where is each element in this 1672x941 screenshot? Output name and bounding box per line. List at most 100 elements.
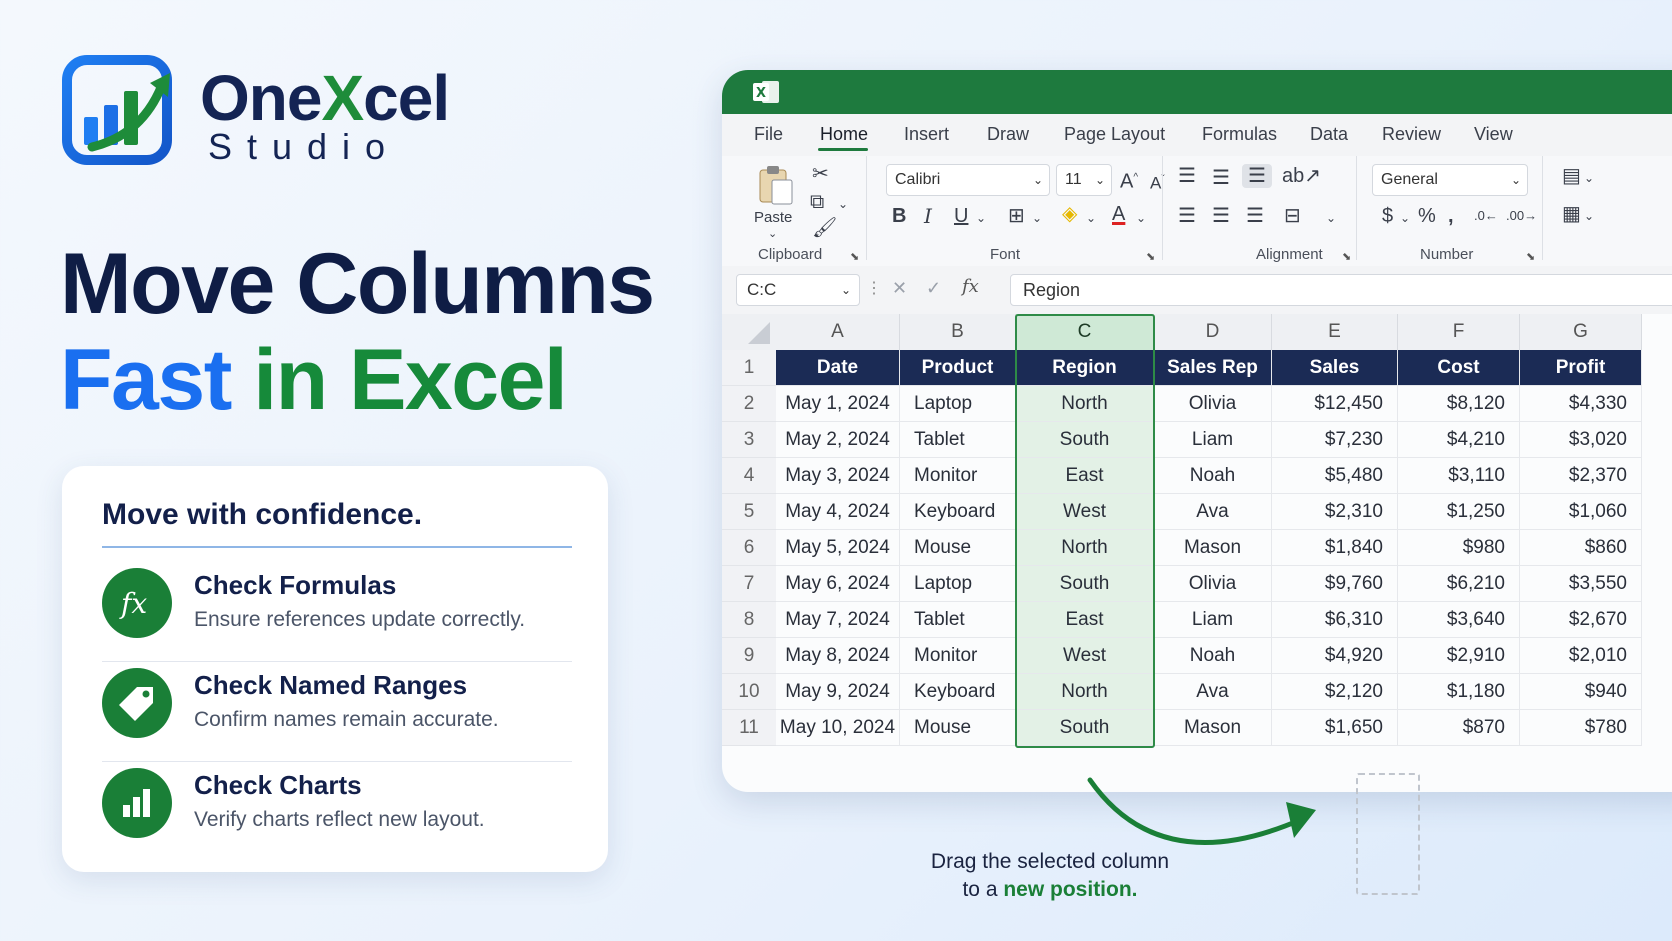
- table-cell[interactable]: $8,120: [1398, 386, 1520, 422]
- table-cell[interactable]: May 5, 2024: [776, 530, 900, 566]
- table-cell[interactable]: Monitor: [900, 458, 1016, 494]
- align-bottom-icon[interactable]: ☰: [1242, 164, 1272, 188]
- table-cell[interactable]: Laptop: [900, 386, 1016, 422]
- column-header-b[interactable]: B: [900, 314, 1016, 350]
- table-cell[interactable]: $940: [1520, 674, 1642, 710]
- cancel-icon[interactable]: ✕: [892, 278, 907, 299]
- table-cell[interactable]: Keyboard: [900, 494, 1016, 530]
- currency-icon[interactable]: $: [1382, 204, 1393, 228]
- cut-icon[interactable]: ✂: [812, 162, 829, 186]
- copy-icon[interactable]: ⧉: [810, 190, 824, 214]
- increase-font-size-icon[interactable]: A^: [1120, 166, 1138, 194]
- table-cell[interactable]: Tablet: [900, 602, 1016, 638]
- table-cell[interactable]: May 10, 2024: [776, 710, 900, 746]
- font-size-select[interactable]: 11 ⌄: [1056, 164, 1112, 196]
- table-cell[interactable]: Noah: [1154, 638, 1272, 674]
- row-header[interactable]: 2: [722, 386, 776, 422]
- align-right-icon[interactable]: ☰: [1246, 204, 1264, 228]
- table-cell[interactable]: Keyboard: [900, 674, 1016, 710]
- more-options-icon[interactable]: ⋮: [866, 278, 882, 298]
- table-cell[interactable]: North: [1016, 386, 1154, 422]
- table-cell[interactable]: South: [1016, 710, 1154, 746]
- enter-icon[interactable]: ✓: [926, 278, 941, 299]
- column-header-g[interactable]: G: [1520, 314, 1642, 350]
- table-cell[interactable]: $1,060: [1520, 494, 1642, 530]
- table-cell[interactable]: West: [1016, 638, 1154, 674]
- copy-dropdown-icon[interactable]: ⌄: [838, 192, 848, 216]
- column-header-e[interactable]: E: [1272, 314, 1398, 350]
- table-cell[interactable]: Mouse: [900, 710, 1016, 746]
- format-as-table-icon[interactable]: ▦: [1562, 202, 1581, 226]
- column-header-f[interactable]: F: [1398, 314, 1520, 350]
- table-header-cell[interactable]: Region: [1016, 350, 1154, 386]
- number-format-select[interactable]: General ⌄: [1372, 164, 1528, 196]
- align-top-icon[interactable]: ☰: [1178, 164, 1196, 188]
- table-cell[interactable]: Ava: [1154, 674, 1272, 710]
- table-cell[interactable]: $6,310: [1272, 602, 1398, 638]
- conditional-formatting-icon[interactable]: ▤: [1562, 164, 1581, 188]
- table-cell[interactable]: West: [1016, 494, 1154, 530]
- table-cell[interactable]: $4,330: [1520, 386, 1642, 422]
- insert-function-icon[interactable]: fx: [962, 276, 979, 297]
- table-cell[interactable]: $2,370: [1520, 458, 1642, 494]
- table-cell[interactable]: East: [1016, 602, 1154, 638]
- format-painter-icon[interactable]: 🖌: [812, 216, 837, 240]
- table-cell[interactable]: Liam: [1154, 422, 1272, 458]
- table-cell[interactable]: Mouse: [900, 530, 1016, 566]
- table-cell[interactable]: Tablet: [900, 422, 1016, 458]
- fill-color-icon[interactable]: ◈: [1062, 202, 1077, 226]
- table-cell[interactable]: $4,920: [1272, 638, 1398, 674]
- column-header-d[interactable]: D: [1154, 314, 1272, 350]
- table-header-cell[interactable]: Date: [776, 350, 900, 386]
- table-cell[interactable]: South: [1016, 566, 1154, 602]
- table-header-cell[interactable]: Sales Rep: [1154, 350, 1272, 386]
- bold-button[interactable]: B: [892, 204, 906, 228]
- table-cell[interactable]: $3,550: [1520, 566, 1642, 602]
- row-header[interactable]: 3: [722, 422, 776, 458]
- table-cell[interactable]: $2,120: [1272, 674, 1398, 710]
- paste-icon[interactable]: [756, 164, 796, 206]
- table-cell[interactable]: South: [1016, 422, 1154, 458]
- table-header-cell[interactable]: Profit: [1520, 350, 1642, 386]
- table-cell[interactable]: $2,010: [1520, 638, 1642, 674]
- table-cell[interactable]: Ava: [1154, 494, 1272, 530]
- table-cell[interactable]: $980: [1398, 530, 1520, 566]
- merge-center-icon[interactable]: ⊟: [1284, 204, 1301, 228]
- conditional-formatting-dropdown-icon[interactable]: ⌄: [1584, 166, 1594, 190]
- percent-icon[interactable]: %: [1418, 204, 1436, 228]
- table-cell[interactable]: Mason: [1154, 530, 1272, 566]
- row-header[interactable]: 10: [722, 674, 776, 710]
- font-color-icon[interactable]: A: [1112, 202, 1125, 226]
- table-cell[interactable]: Laptop: [900, 566, 1016, 602]
- comma-style-icon[interactable]: ,: [1448, 204, 1454, 228]
- align-left-icon[interactable]: ☰: [1178, 204, 1196, 228]
- tab-insert[interactable]: Insert: [904, 124, 949, 145]
- table-cell[interactable]: $870: [1398, 710, 1520, 746]
- table-cell[interactable]: May 3, 2024: [776, 458, 900, 494]
- table-cell[interactable]: $860: [1520, 530, 1642, 566]
- fill-color-dropdown-icon[interactable]: ⌄: [1086, 206, 1096, 230]
- tab-page-layout[interactable]: Page Layout: [1064, 124, 1165, 145]
- name-box[interactable]: C:C ⌄: [736, 274, 860, 306]
- table-cell[interactable]: May 9, 2024: [776, 674, 900, 710]
- borders-icon[interactable]: ⊞: [1008, 204, 1025, 228]
- row-header[interactable]: 7: [722, 566, 776, 602]
- table-cell[interactable]: $2,310: [1272, 494, 1398, 530]
- table-cell[interactable]: $2,670: [1520, 602, 1642, 638]
- table-cell[interactable]: May 7, 2024: [776, 602, 900, 638]
- clipboard-launcher-icon[interactable]: ⬊: [850, 250, 859, 263]
- table-cell[interactable]: $5,480: [1272, 458, 1398, 494]
- table-cell[interactable]: $3,110: [1398, 458, 1520, 494]
- select-all-corner[interactable]: [722, 314, 776, 350]
- table-cell[interactable]: May 6, 2024: [776, 566, 900, 602]
- increase-decimal-icon[interactable]: .0←: [1474, 204, 1498, 228]
- tab-review[interactable]: Review: [1382, 124, 1441, 145]
- tab-home[interactable]: Home: [820, 124, 868, 145]
- paste-dropdown-icon[interactable]: ⌄: [768, 222, 777, 246]
- row-header[interactable]: 9: [722, 638, 776, 674]
- format-as-table-dropdown-icon[interactable]: ⌄: [1584, 204, 1594, 228]
- formula-input[interactable]: Region: [1010, 274, 1672, 306]
- alignment-launcher-icon[interactable]: ⬊: [1342, 250, 1351, 263]
- table-cell[interactable]: North: [1016, 674, 1154, 710]
- orientation-icon[interactable]: ab↗: [1282, 164, 1321, 188]
